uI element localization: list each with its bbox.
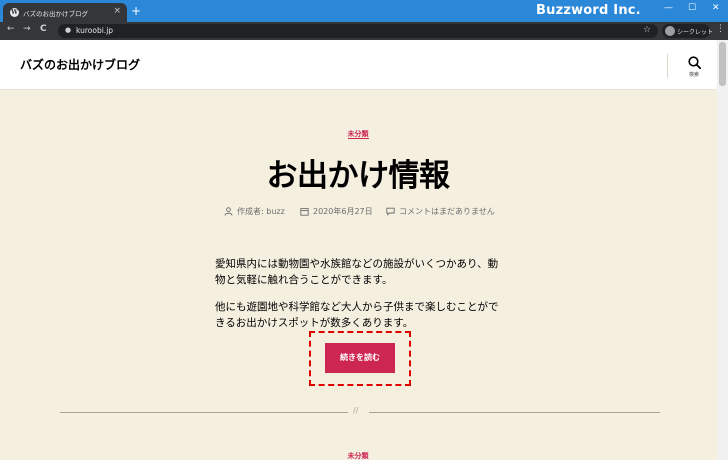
site-title[interactable]: バズのお出かけブログ [20,56,140,73]
incognito-indicator[interactable]: シークレット [662,24,714,38]
next-post-category: 未分類 [0,451,716,460]
bookmark-star-icon[interactable]: ☆ [643,25,651,35]
brand-watermark: Buzzword Inc. [536,3,641,18]
comments-text[interactable]: コメントはまだありません [399,207,495,216]
site-header: バズのお出かけブログ 検索 [0,40,728,90]
close-window-icon[interactable]: ✕ [712,3,720,13]
search-button[interactable]: 検索 [682,56,706,86]
address-bar[interactable]: ● kuroobi.jp ☆ [58,24,658,38]
header-divider [667,54,668,78]
user-icon [224,207,233,216]
post-author: 作成者: buzz [224,206,285,217]
author-text[interactable]: 作成者: buzz [237,207,285,216]
tab-close-icon[interactable]: × [113,6,121,16]
minimize-icon[interactable]: — [664,3,673,13]
search-icon [687,56,701,69]
scrollbar-thumb[interactable] [719,42,726,86]
post-category: 未分類 [0,129,716,139]
incognito-label: シークレット [677,29,714,36]
category-link[interactable]: 未分類 [347,452,369,460]
forward-icon[interactable]: → [23,24,31,34]
post-comments: コメントはまだありません [386,206,495,217]
date-text[interactable]: 2020年6月27日 [313,207,373,216]
maximize-icon[interactable]: ☐ [688,3,696,13]
browser-titlebar: W バズのお出かけブログ × + Buzzword Inc. — ☐ ✕ [0,0,728,22]
post-title[interactable]: お出かけ情報 [0,150,716,195]
url-text: kuroobi.jp [76,26,114,35]
wordpress-icon: W [10,8,19,17]
comment-icon [386,207,395,216]
post-divider-right [369,412,660,413]
search-label: 検索 [688,72,699,78]
browser-tab[interactable]: W バズのお出かけブログ × [3,3,127,22]
lock-icon: ● [65,26,72,34]
reload-icon[interactable]: C [40,24,47,34]
post-divider-mark: // [353,406,359,415]
post-paragraph: 他にも遊園地や科学館など大人から子供まで楽しむことができるお出かけスポットが数多… [215,301,499,329]
post-paragraph: 愛知県内には動物園や水族館などの施設がいくつかあり、動物と気軽に触れ合うことがで… [215,258,499,286]
calendar-icon [300,208,309,216]
tab-title: バズのお出かけブログ [23,10,88,18]
new-tab-button[interactable]: + [131,3,141,19]
read-more-button[interactable]: 続きを読む [325,343,395,373]
browser-toolbar: ← → C ● kuroobi.jp ☆ シークレット ⋮ [0,22,728,40]
page-scrollbar[interactable] [717,40,728,460]
category-link[interactable]: 未分類 [347,130,369,139]
post-divider-left [60,412,348,413]
back-icon[interactable]: ← [7,24,15,34]
incognito-icon [665,26,675,36]
browser-menu-icon[interactable]: ⋮ [716,24,725,34]
post-date: 2020年6月27日 [300,206,373,217]
